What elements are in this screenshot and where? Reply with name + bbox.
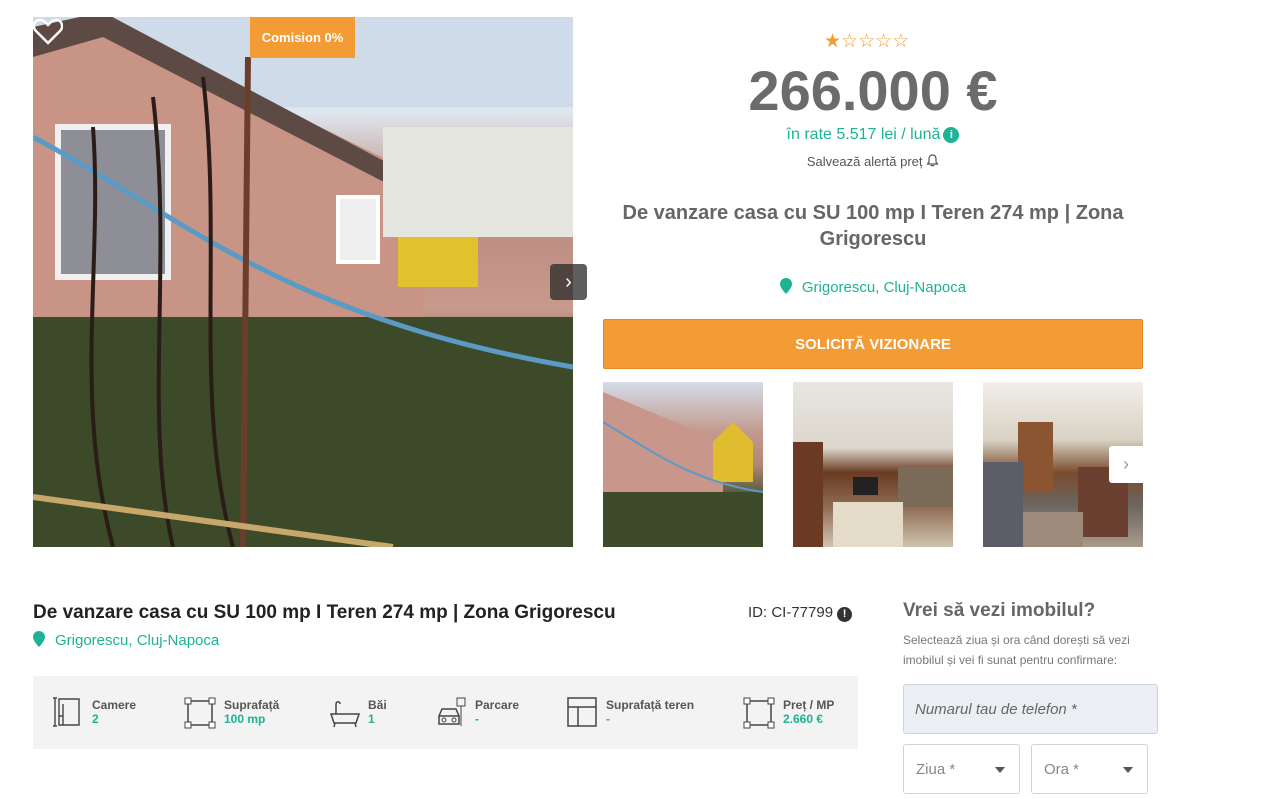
listing-location[interactable]: Grigorescu, Cluj-Napoca bbox=[603, 278, 1143, 296]
parking-icon bbox=[438, 697, 466, 726]
day-select[interactable]: Ziua * bbox=[903, 744, 1020, 794]
location-pin-icon bbox=[33, 631, 45, 647]
hour-select-label[interactable]: Ora * bbox=[1044, 761, 1079, 778]
feature-label: Preț / MP bbox=[783, 698, 835, 712]
price-alert-label[interactable]: Salvează alertă preț bbox=[807, 154, 923, 169]
star-empty-icon[interactable]: ☆ bbox=[892, 31, 909, 52]
thumbnails-next-button[interactable]: › bbox=[1109, 446, 1143, 483]
caret-down-icon bbox=[1123, 767, 1133, 773]
feature-label: Suprafață bbox=[224, 698, 280, 712]
star-filled-icon[interactable]: ★ bbox=[824, 31, 841, 52]
details-title: De vanzare casa cu SU 100 mp I Teren 274… bbox=[33, 602, 616, 623]
caret-down-icon bbox=[995, 767, 1005, 773]
listing-id: ID: CI-77799! bbox=[748, 604, 853, 622]
price: 266.000 € bbox=[748, 59, 998, 122]
feature-value: - bbox=[475, 712, 479, 726]
thumbnail-exterior[interactable] bbox=[603, 382, 763, 547]
details-location[interactable]: Grigorescu, Cluj-Napoca bbox=[33, 631, 219, 649]
report-icon[interactable]: ! bbox=[837, 607, 853, 622]
feature-value: 2 bbox=[92, 712, 99, 726]
feature-label: Suprafață teren bbox=[606, 698, 695, 712]
photo-next-button[interactable]: › bbox=[550, 264, 587, 300]
location-pin-icon bbox=[779, 278, 792, 294]
feature-label: Băi bbox=[368, 698, 387, 712]
price-alert-link[interactable]: Salvează alertă preț bbox=[603, 154, 1143, 169]
info-icon[interactable]: i bbox=[943, 127, 960, 143]
favorite-heart-icon[interactable] bbox=[33, 17, 63, 45]
feature-value: - bbox=[606, 712, 610, 726]
thumbnail-living-room[interactable] bbox=[793, 382, 953, 547]
commission-badge: Comision 0% bbox=[250, 17, 355, 58]
feature-value: 1 bbox=[368, 712, 375, 726]
main-photo[interactable]: Comision 0% bbox=[33, 17, 573, 547]
location-text[interactable]: Grigorescu, Cluj-Napoca bbox=[802, 279, 966, 296]
phone-input[interactable]: Numarul tau de telefon * bbox=[903, 684, 1158, 734]
form-description: Selectează ziua și ora când dorești să v… bbox=[903, 633, 1130, 667]
thumbnail-image bbox=[793, 442, 953, 547]
installment-rate[interactable]: în rate 5.517 lei / lună i bbox=[603, 126, 1143, 144]
feature-label: Parcare bbox=[475, 698, 520, 712]
rooms-icon bbox=[53, 697, 80, 727]
chevron-right-icon: › bbox=[565, 271, 572, 293]
star-empty-icon[interactable]: ☆ bbox=[841, 31, 858, 52]
rating-stars[interactable]: ★☆☆☆☆ bbox=[824, 30, 924, 52]
hour-select[interactable]: Ora * bbox=[1031, 744, 1148, 794]
listing-id-text: ID: CI-77799 bbox=[748, 604, 834, 621]
bell-icon bbox=[926, 154, 939, 167]
feature-value: 2.660 € bbox=[783, 712, 824, 726]
bathtub-icon bbox=[329, 701, 361, 728]
form-title: Vrei să vezi imobilul? bbox=[903, 600, 1096, 621]
listing-title: De vanzare casa cu SU 100 mp I Teren 274… bbox=[622, 202, 1124, 250]
price-per-sqm-icon bbox=[743, 697, 775, 729]
feature-label: Camere bbox=[92, 698, 137, 712]
chevron-right-icon: › bbox=[1123, 454, 1129, 474]
thumbnail-image bbox=[603, 392, 763, 547]
land-icon bbox=[567, 697, 597, 727]
request-viewing-button[interactable]: SOLICITĂ VIZIONARE bbox=[603, 319, 1143, 369]
features-bar: Camere 2 Suprafață 100 mp Băi 1 Parcare … bbox=[33, 676, 858, 749]
area-icon bbox=[184, 697, 216, 729]
details-location-text[interactable]: Grigorescu, Cluj-Napoca bbox=[55, 632, 219, 649]
star-empty-icon[interactable]: ☆ bbox=[858, 31, 875, 52]
feature-value: 100 mp bbox=[224, 712, 266, 726]
house-photo bbox=[33, 17, 573, 547]
star-empty-icon[interactable]: ☆ bbox=[875, 31, 892, 52]
installment-text[interactable]: în rate 5.517 lei / lună bbox=[787, 126, 941, 143]
day-select-label[interactable]: Ziua * bbox=[916, 761, 955, 778]
